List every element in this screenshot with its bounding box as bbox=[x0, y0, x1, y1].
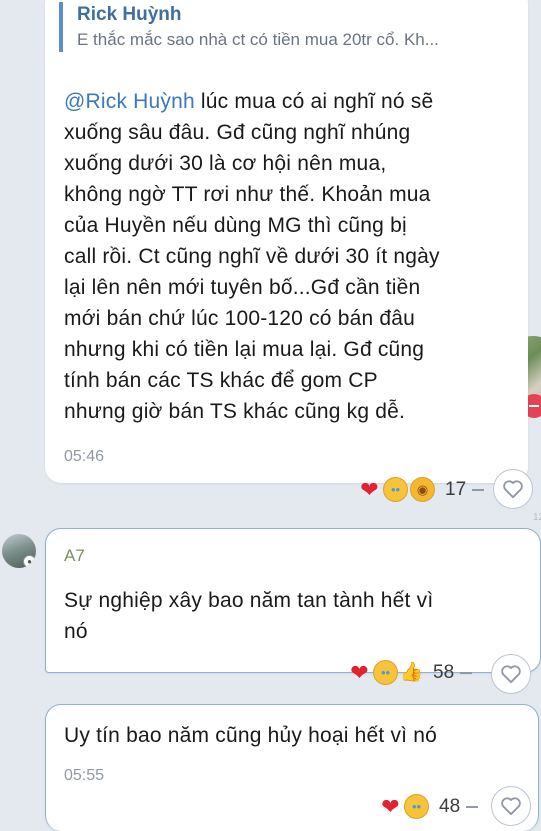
reaction-bar[interactable]: ❤ •• 👍 58 bbox=[348, 660, 473, 685]
like-button[interactable] bbox=[491, 786, 531, 826]
quote-author: Rick Huỳnh bbox=[77, 4, 182, 25]
message-line: mới bán chứ lúc 100-120 có bán đâu bbox=[64, 307, 416, 330]
message-line: call rồi. Ct cũng nghĩ về dưới 30 ít ngà… bbox=[64, 245, 440, 268]
reaction-bar[interactable]: ❤ •• 48 bbox=[379, 794, 479, 819]
message-text: Sự nghiệp xây bao năm tan tành hết vì nó bbox=[64, 585, 433, 647]
message-line: tính bán các TS khác để gom CP bbox=[64, 369, 378, 392]
like-button[interactable] bbox=[491, 654, 531, 694]
reaction-count: 17 bbox=[445, 478, 467, 500]
message-line: nhưng giờ bán TS khác cũng kg dễ. bbox=[64, 400, 406, 423]
message-line: xuống dưới 30 là cơ hội nên mua, bbox=[64, 152, 387, 175]
sobbing-face-emoji-icon[interactable]: ◉ bbox=[410, 477, 435, 502]
divider bbox=[472, 488, 485, 491]
reply-quote[interactable]: Rick Huỳnh E thắc mắc sao nhà ct có tiền… bbox=[59, 2, 504, 52]
heart-outline-icon bbox=[503, 480, 523, 499]
reaction-count: 58 bbox=[433, 661, 455, 683]
reaction-count: 48 bbox=[439, 795, 461, 817]
heart-outline-icon bbox=[501, 665, 521, 684]
sender-avatar[interactable]: ● bbox=[2, 534, 36, 568]
message-text: Uy tín bao năm cũng hủy hoại hết vì nó bbox=[64, 720, 437, 751]
quote-text: E thắc mắc sao nhà ct có tiền mua 20tr c… bbox=[77, 30, 439, 49]
divider bbox=[460, 671, 473, 674]
message-line: @Rick Huỳnh lúc mua có ai nghĩ nó sẽ bbox=[64, 86, 440, 117]
message-bubble-2[interactable]: A7 Sự nghiệp xây bao năm tan tành hết vì… bbox=[45, 528, 541, 673]
reaction-bar[interactable]: ❤ •• ◉ 17 bbox=[358, 477, 485, 502]
message-line-text: lúc mua có ai nghĩ nó sẽ bbox=[194, 90, 434, 113]
message-time: 05:46 bbox=[64, 448, 105, 465]
crying-face-emoji-icon[interactable]: •• bbox=[404, 794, 429, 819]
message-line: không ngờ TT rơi như thế. Khoản mua bbox=[64, 183, 431, 206]
message-bubble-1[interactable]: Rick Huỳnh E thắc mắc sao nhà ct có tiền… bbox=[45, 0, 528, 483]
message-line: nhưng khi có tiền lại mua lại. Gđ cũng bbox=[64, 338, 425, 361]
person-badge-icon: ● bbox=[23, 555, 36, 568]
sender-name[interactable]: A7 bbox=[64, 546, 85, 566]
crying-face-emoji-icon[interactable]: •• bbox=[383, 477, 408, 502]
message-time: 05:55 bbox=[64, 767, 105, 784]
scroll-marker: 12 bbox=[533, 512, 541, 523]
like-button[interactable] bbox=[493, 469, 533, 509]
message-line: lại lên nên mới tuyên bố...Gđ cần tiền bbox=[64, 276, 421, 299]
message-line: Uy tín bao năm cũng hủy hoại hết vì nó bbox=[64, 724, 437, 747]
heart-emoji-icon[interactable]: ❤ bbox=[358, 478, 381, 501]
heart-emoji-icon[interactable]: ❤ bbox=[379, 795, 402, 818]
message-line: Sự nghiệp xây bao năm tan tành hết vì bbox=[64, 589, 434, 612]
message-line: xuống sâu đâu. Gđ cũng nghĩ nhúng bbox=[64, 121, 411, 144]
message-line: của Huyền nếu dùng MG thì cũng bị bbox=[64, 214, 407, 237]
heart-emoji-icon[interactable]: ❤ bbox=[348, 661, 371, 684]
divider bbox=[466, 805, 479, 808]
message-line: nó bbox=[64, 620, 88, 643]
mention-link[interactable]: @Rick Huỳnh bbox=[64, 90, 195, 113]
crying-face-emoji-icon[interactable]: •• bbox=[373, 660, 398, 685]
thumbs-up-emoji-icon[interactable]: 👍 bbox=[400, 661, 424, 684]
message-text: @Rick Huỳnh lúc mua có ai nghĩ nó sẽ xuố… bbox=[64, 86, 440, 427]
heart-outline-icon bbox=[501, 797, 521, 816]
